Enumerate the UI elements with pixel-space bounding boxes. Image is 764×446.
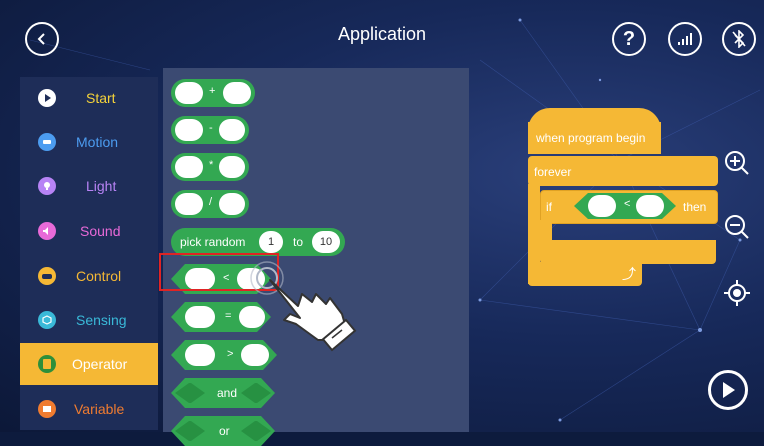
category-label: Start: [86, 90, 116, 106]
if-bottom: [540, 240, 716, 264]
play-icon: [723, 382, 735, 398]
bluetooth-off-icon: [732, 30, 746, 48]
operator-symbol: =: [225, 310, 232, 322]
operator-symbol: >: [227, 348, 234, 360]
category-motion[interactable]: Motion: [20, 121, 158, 163]
operand-slot[interactable]: [185, 306, 215, 328]
then-label: then: [683, 200, 707, 214]
operand-slot[interactable]: [175, 193, 203, 215]
boolean-slot[interactable]: [241, 421, 271, 441]
divide-block[interactable]: /: [171, 190, 249, 218]
category-label: Variable: [74, 401, 125, 417]
random-to-field[interactable]: 10: [312, 231, 340, 253]
category-control[interactable]: Control: [20, 255, 158, 297]
category-operator[interactable]: Operator: [20, 343, 158, 385]
question-icon: ?: [622, 27, 636, 50]
zoom-in-icon[interactable]: [724, 150, 750, 176]
flag-icon: [38, 89, 56, 107]
speaker-icon: [38, 222, 56, 240]
to-label: to: [293, 235, 304, 249]
or-block[interactable]: or: [171, 416, 275, 446]
if-label: if: [546, 200, 552, 214]
boolean-slot[interactable]: [175, 383, 205, 403]
operator-symbol: -: [209, 122, 213, 134]
signal-bars-icon: [678, 33, 692, 45]
operator-symbol: +: [209, 85, 216, 97]
condition-block[interactable]: <: [574, 193, 676, 219]
bulb-icon: [38, 177, 56, 195]
boolean-slot[interactable]: [241, 383, 271, 403]
category-sound[interactable]: Sound: [20, 210, 158, 252]
car-icon: [38, 133, 56, 151]
pick-random-label: pick random: [180, 235, 246, 249]
loop-arrow-icon: ⤴: [622, 266, 636, 282]
subtract-block[interactable]: -: [171, 116, 249, 144]
category-sensing[interactable]: Sensing: [20, 299, 158, 341]
add-block[interactable]: +: [171, 79, 255, 107]
operator-symbol: *: [209, 159, 214, 171]
and-block[interactable]: and: [171, 378, 275, 408]
gamepad-icon: [38, 267, 56, 285]
operand-slot[interactable]: [185, 344, 215, 366]
zoom-out-icon[interactable]: [724, 214, 750, 240]
category-label: Sound: [80, 223, 121, 239]
category-label: Motion: [76, 134, 119, 150]
page-title: Application: [337, 24, 427, 44]
category-panel: Start Motion Light Sound Control Sensing…: [20, 77, 158, 430]
forever-label: forever: [534, 165, 572, 179]
operand-slot[interactable]: [175, 82, 203, 104]
category-variable[interactable]: Variable: [20, 388, 158, 430]
operand-slot[interactable]: [636, 195, 664, 217]
help-button[interactable]: ?: [612, 22, 646, 56]
hat-block-label: when program begin: [536, 131, 646, 145]
operand-slot[interactable]: [175, 156, 203, 178]
recenter-icon[interactable]: [723, 279, 751, 307]
cube-icon: [38, 311, 56, 329]
and-label: and: [217, 386, 238, 400]
run-button[interactable]: [708, 370, 748, 410]
multiply-block[interactable]: *: [171, 153, 249, 181]
or-label: or: [219, 424, 230, 438]
grid-icon: [38, 400, 56, 418]
random-from-field[interactable]: 1: [259, 231, 283, 253]
operand-slot[interactable]: [219, 119, 245, 141]
category-start[interactable]: Start: [20, 77, 158, 119]
bluetooth-button[interactable]: [722, 22, 756, 56]
operand-slot[interactable]: [219, 156, 245, 178]
pick-random-block[interactable]: pick random 1 to 10: [171, 228, 345, 256]
block-palette: + - * / pick random 1 to 10 < = > and or: [163, 68, 469, 432]
operator-symbol: /: [209, 196, 213, 208]
operator-symbol: <: [624, 198, 631, 210]
pointing-hand-icon: [250, 261, 357, 352]
operand-slot[interactable]: [223, 82, 251, 104]
category-label: Control: [76, 268, 122, 284]
category-light[interactable]: Light: [20, 165, 158, 207]
boolean-slot[interactable]: [175, 421, 205, 441]
operand-slot[interactable]: [219, 193, 245, 215]
category-label: Sensing: [76, 312, 127, 328]
calculator-icon: [38, 355, 56, 373]
operand-slot[interactable]: [588, 195, 616, 217]
signal-button[interactable]: [668, 22, 702, 56]
category-label: Light: [86, 178, 117, 194]
operand-slot[interactable]: [175, 119, 203, 141]
category-label: Operator: [72, 356, 128, 372]
